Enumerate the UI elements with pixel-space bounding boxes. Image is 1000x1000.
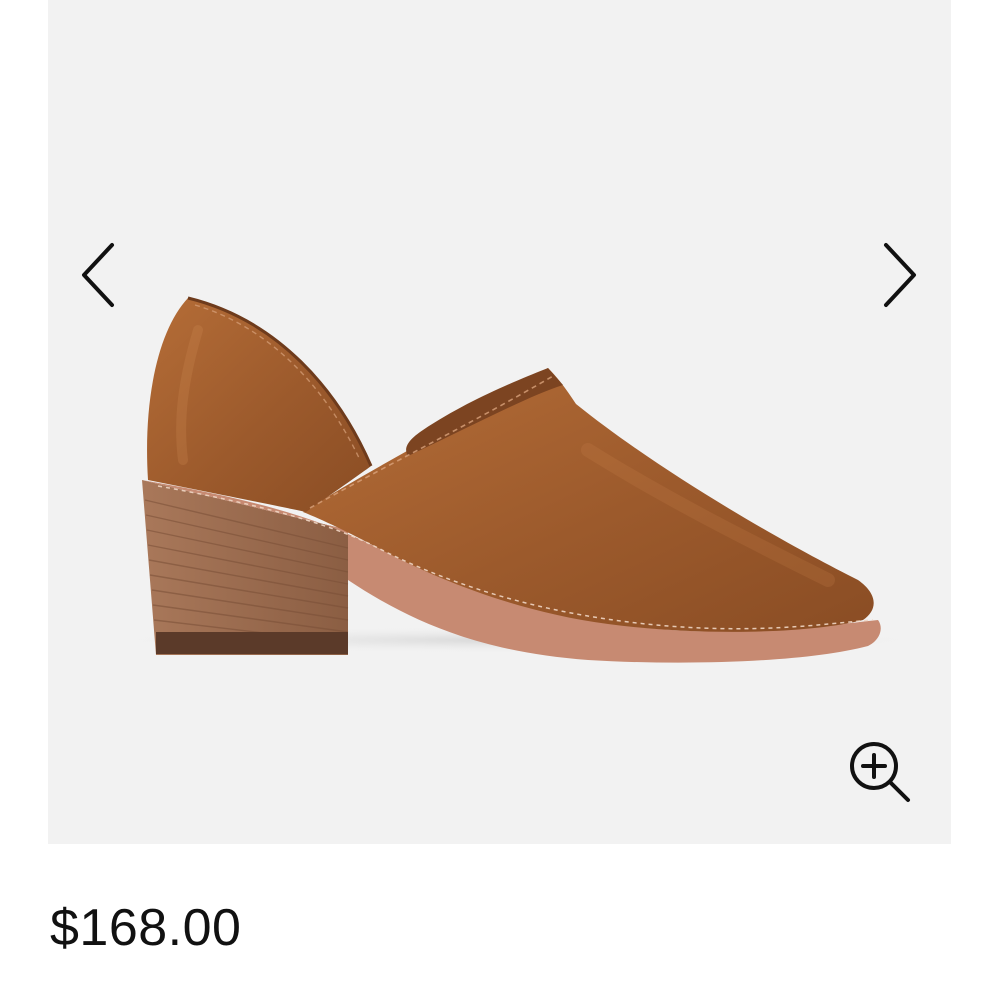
product-price: $168.00	[50, 899, 242, 957]
shoe-image[interactable]	[48, 0, 951, 844]
chevron-right-icon[interactable]	[874, 235, 922, 315]
product-image-gallery	[48, 0, 951, 844]
zoom-in-icon[interactable]	[844, 736, 916, 808]
chevron-left-icon[interactable]	[76, 235, 124, 315]
product-page: $168.00	[0, 0, 1000, 1000]
